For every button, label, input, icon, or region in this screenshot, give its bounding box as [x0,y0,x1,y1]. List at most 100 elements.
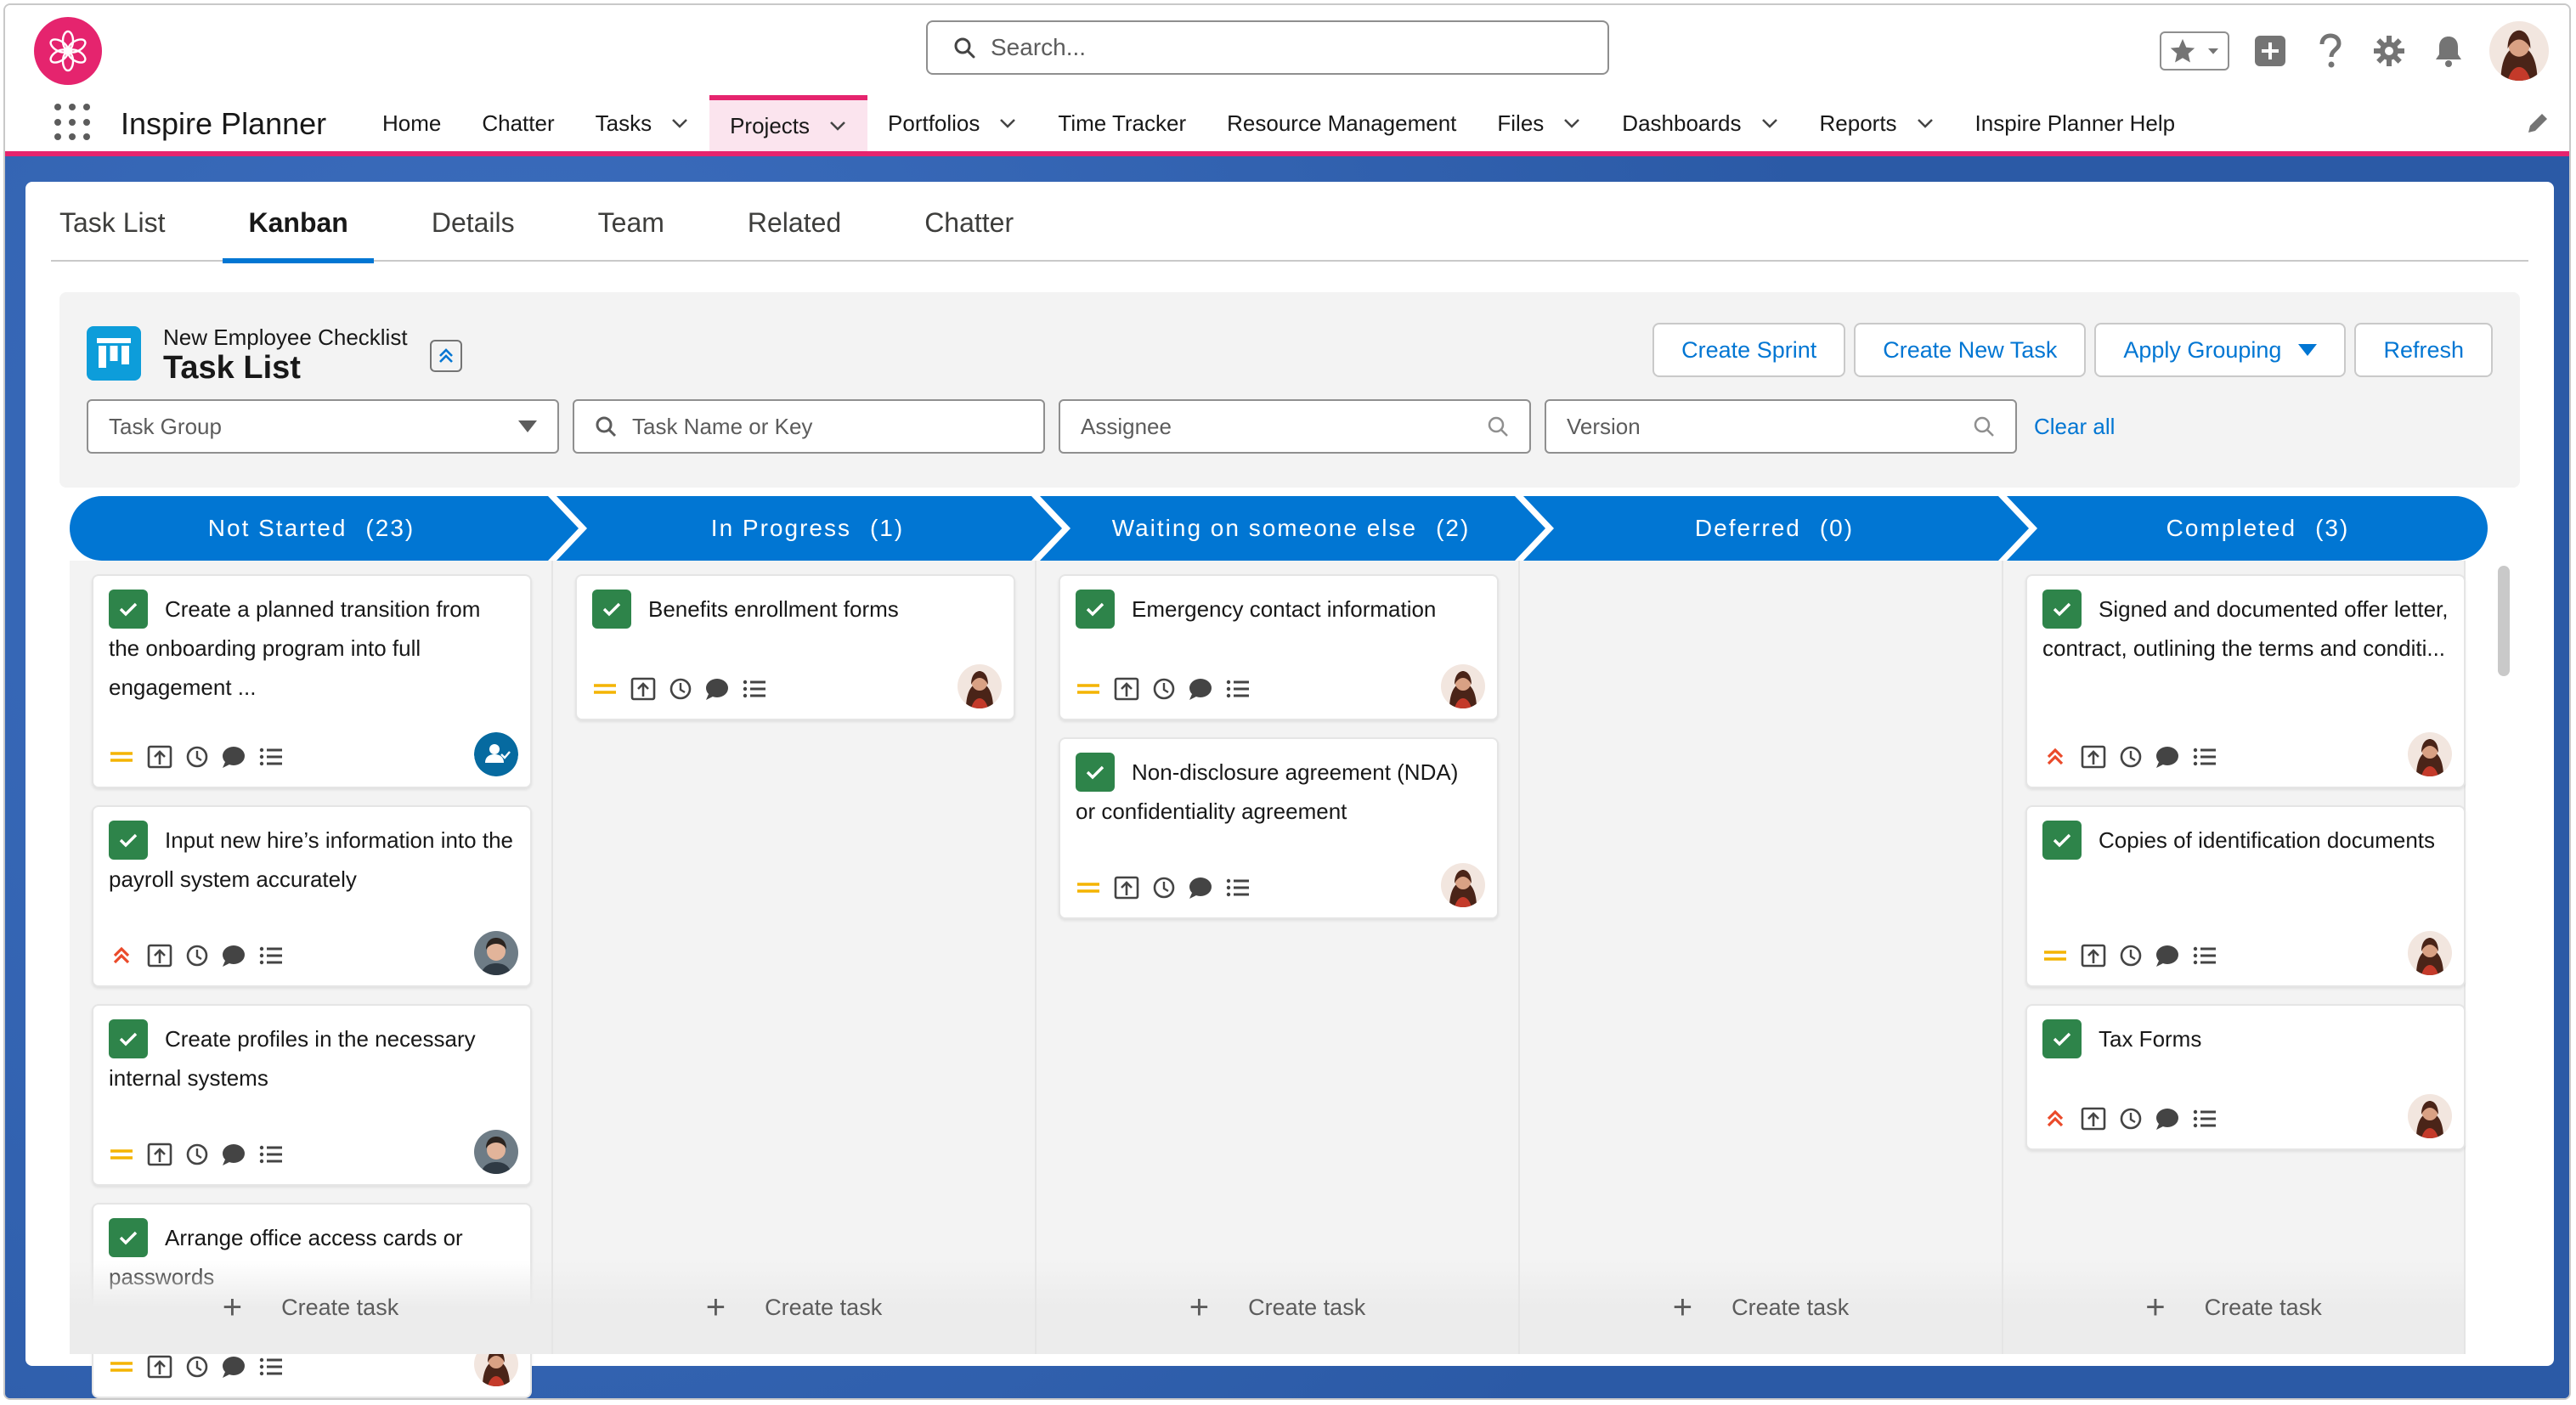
create-task-button[interactable]: + Create task [1520,1261,2002,1354]
notifications-button[interactable] [2430,32,2467,70]
clock-icon[interactable] [2119,944,2143,968]
move-task-icon[interactable] [146,943,173,968]
move-task-icon[interactable] [1113,875,1140,900]
checklist-icon[interactable] [742,677,767,701]
task-card[interactable]: Input new hire’s information into the pa… [92,805,532,987]
tab-details[interactable]: Details [406,207,540,260]
edit-nav-button[interactable] [2525,110,2551,140]
comment-icon[interactable] [221,944,246,968]
clock-icon[interactable] [185,1355,209,1379]
checklist-icon[interactable] [2192,745,2217,769]
tab-task-list[interactable]: Task List [51,207,190,260]
nav-item-dashboards[interactable]: Dashboards [1602,95,1799,151]
comment-icon[interactable] [1188,876,1213,900]
create-task-button[interactable]: + Create task [70,1261,551,1354]
create-task-button[interactable]: + Create task [2003,1261,2464,1354]
global-search-input[interactable]: Search... [926,20,1609,75]
clock-icon[interactable] [185,745,209,769]
scrollbar-thumb[interactable] [2498,566,2510,676]
assignee-avatar[interactable] [2408,931,2452,975]
task-card[interactable]: Benefits enrollment forms [575,574,1015,720]
assignee-avatar[interactable] [1441,664,1485,708]
app-launcher-icon[interactable] [54,104,92,141]
task-title-text[interactable]: Emergency contact information [1132,596,1436,622]
task-checkbox[interactable] [2042,590,2082,629]
task-card[interactable]: Signed and documented offer letter, cont… [2025,574,2466,788]
checklist-icon[interactable] [1225,677,1251,701]
task-card[interactable]: Create a planned transition from the onb… [92,574,532,788]
create-sprint-button[interactable]: Create Sprint [1652,323,1846,377]
move-task-icon[interactable] [146,744,173,770]
checklist-icon[interactable] [258,1143,284,1166]
task-title-text[interactable]: Input new hire’s information into the pa… [109,827,513,892]
tab-chatter[interactable]: Chatter [899,207,1039,260]
task-title-text[interactable]: Benefits enrollment forms [648,596,899,622]
nav-item-time-tracker[interactable]: Time Tracker [1037,95,1206,151]
nav-item-portfolios[interactable]: Portfolios [867,95,1037,151]
task-group-select[interactable]: Task Group [87,399,559,454]
user-avatar[interactable] [2489,21,2549,81]
comment-icon[interactable] [221,1355,246,1379]
move-task-icon[interactable] [146,1142,173,1167]
nav-item-chatter[interactable]: Chatter [461,95,574,151]
clock-icon[interactable] [669,677,692,701]
clock-icon[interactable] [2119,745,2143,769]
assignee-avatar[interactable] [1441,863,1485,907]
move-task-icon[interactable] [2080,1106,2107,1131]
task-card[interactable]: Copies of identification documents [2025,805,2466,987]
assignee-input[interactable]: Assignee [1059,399,1531,454]
chevron-down-icon[interactable] [670,114,689,133]
board-scrollbar[interactable] [2493,561,2513,1354]
checklist-icon[interactable] [1225,876,1251,900]
chevron-down-icon[interactable] [998,114,1017,133]
global-create-button[interactable] [2251,32,2289,70]
task-title-text[interactable]: Tax Forms [2099,1026,2201,1052]
assignee-avatar[interactable] [958,664,1002,708]
move-task-icon[interactable] [2080,943,2107,968]
chevron-down-icon[interactable] [828,116,847,135]
checklist-icon[interactable] [2192,1107,2217,1131]
task-checkbox[interactable] [1076,590,1115,629]
move-task-icon[interactable] [1113,676,1140,702]
task-checkbox[interactable] [1076,753,1115,792]
nav-item-projects[interactable]: Projects [709,95,868,151]
nav-item-home[interactable]: Home [362,95,461,151]
task-checkbox[interactable] [109,1019,148,1058]
comment-icon[interactable] [704,677,730,701]
comment-icon[interactable] [221,745,246,769]
assignee-avatar[interactable] [474,931,518,975]
task-card[interactable]: Non-disclosure agreement (NDA) or confid… [1059,737,1499,919]
task-name-search-input[interactable]: Task Name or Key [573,399,1045,454]
task-checkbox[interactable] [109,590,148,629]
nav-item-tasks[interactable]: Tasks [575,95,709,151]
task-checkbox[interactable] [592,590,631,629]
checklist-icon[interactable] [258,944,284,968]
task-card[interactable]: Tax Forms [2025,1004,2466,1150]
nav-item-inspire-planner-help[interactable]: Inspire Planner Help [1955,95,2196,151]
version-input[interactable]: Version [1545,399,2017,454]
task-title-text[interactable]: Signed and documented offer letter, cont… [2042,596,2448,661]
clear-all-link[interactable]: Clear all [2034,414,2115,440]
nav-item-resource-management[interactable]: Resource Management [1206,95,1477,151]
checklist-icon[interactable] [258,1355,284,1379]
comment-icon[interactable] [2155,944,2180,968]
task-checkbox[interactable] [2042,1019,2082,1058]
assignee-avatar[interactable] [2408,1094,2452,1138]
team-assignee-avatar[interactable] [474,732,518,776]
task-checkbox[interactable] [109,821,148,860]
checklist-icon[interactable] [2192,944,2217,968]
task-checkbox[interactable] [109,1218,148,1257]
apply-grouping-button[interactable]: Apply Grouping [2094,323,2347,377]
task-card[interactable]: Emergency contact information [1059,574,1499,720]
task-title-text[interactable]: Non-disclosure agreement (NDA) or confid… [1076,759,1458,824]
clock-icon[interactable] [185,944,209,968]
clock-icon[interactable] [1152,677,1176,701]
task-title-text[interactable]: Create a planned transition from the onb… [109,596,480,700]
comment-icon[interactable] [2155,1107,2180,1131]
move-task-icon[interactable] [2080,744,2107,770]
nav-item-files[interactable]: Files [1477,95,1602,151]
comment-icon[interactable] [2155,745,2180,769]
favorites-button[interactable] [2160,31,2229,71]
clock-icon[interactable] [185,1143,209,1166]
app-logo[interactable] [34,17,102,85]
